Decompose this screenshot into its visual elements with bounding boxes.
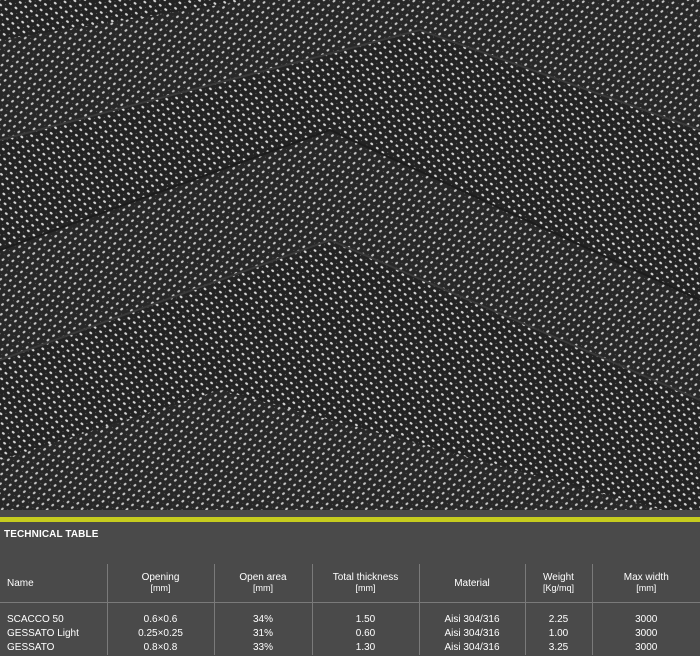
col-header-weight: Weight [Kg/mq] <box>524 564 592 603</box>
col-header-material: Material <box>418 564 525 603</box>
cell-weight: 3.25 <box>524 641 592 655</box>
accent-bar <box>0 517 700 522</box>
mesh-texture-photo <box>0 0 700 510</box>
cell-material: Aisi 304/316 <box>418 641 525 655</box>
cell-open-area: 33% <box>213 641 312 655</box>
table-row: GESSATO 0.8×0.8 33% 1.30 Aisi 304/316 3.… <box>0 641 700 655</box>
cell-weight: 2.25 <box>524 602 592 627</box>
cell-max-width: 3000 <box>591 641 700 655</box>
col-header-open-area: Open area [mm] <box>213 564 312 603</box>
cell-opening: 0.8×0.8 <box>106 641 214 655</box>
cell-open-area: 31% <box>213 627 312 641</box>
cell-opening: 0.25×0.25 <box>106 627 214 641</box>
cell-name: GESSATO Light <box>7 628 79 639</box>
cell-weight: 1.00 <box>524 627 592 641</box>
table-row: GESSATO Light 0.25×0.25 31% 0.60 Aisi 30… <box>0 627 700 641</box>
cell-name: GESSATO <box>7 642 55 653</box>
cell-material: Aisi 304/316 <box>418 627 525 641</box>
technical-table: Name Opening [mm] Open area [mm] Total thi… <box>0 564 700 655</box>
cell-max-width: 3000 <box>591 602 700 627</box>
cell-name: SCACCO 50 <box>7 614 64 625</box>
cell-total-thickness: 0.60 <box>311 627 419 641</box>
col-header-name: Name <box>7 577 34 589</box>
cell-material: Aisi 304/316 <box>418 602 525 627</box>
herringbone-mesh-image <box>0 0 700 510</box>
table-title: TECHNICAL TABLE <box>4 529 99 540</box>
cell-total-thickness: 1.50 <box>311 602 419 627</box>
cell-open-area: 34% <box>213 602 312 627</box>
cell-opening: 0.6×0.6 <box>106 602 214 627</box>
table-header-row: Name Opening [mm] Open area [mm] Total thi… <box>0 564 700 603</box>
cell-total-thickness: 1.30 <box>311 641 419 655</box>
table-row: SCACCO 50 0.6×0.6 34% 1.50 Aisi 304/316 … <box>0 602 700 627</box>
col-header-opening: Opening [mm] <box>106 564 214 603</box>
col-header-max-width: Max width [mm] <box>591 564 700 603</box>
col-header-total-thickness: Total thickness [mm] <box>311 564 419 603</box>
cell-max-width: 3000 <box>591 627 700 641</box>
technical-panel: TECHNICAL TABLE Name Opening [mm] Open ar… <box>0 510 700 656</box>
